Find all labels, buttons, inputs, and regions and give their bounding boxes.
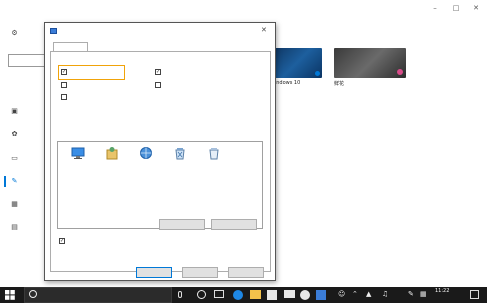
nav-item-themes[interactable]: ✎: [4, 174, 24, 188]
dialog-titlebar: ✕: [45, 23, 275, 40]
nav-item-background[interactable]: ▣: [10, 104, 24, 118]
ime-mode-icon[interactable]: ✎: [408, 290, 414, 298]
image-icon: ▣: [11, 107, 18, 115]
nav-item-lock-screen[interactable]: ▭: [10, 151, 24, 165]
gear-icon: ⚙: [11, 29, 18, 37]
brush-icon: ✎: [11, 177, 18, 185]
theme-thumbnail-flowers[interactable]: [334, 48, 406, 78]
theme-color-swatch: [397, 69, 403, 75]
settings-window: – □ ✕ ⚙ ▣ ✿ ▭ ✎ ▦ ▤ Windows 10 鲜花 ✕ ✓ ✓ …: [0, 0, 487, 303]
checkbox-allow-themes-box: ✓: [59, 238, 65, 244]
close-icon[interactable]: ✕: [467, 1, 485, 15]
desktop-icon-item[interactable]: [164, 146, 196, 162]
app-icon[interactable]: [316, 290, 326, 300]
lock-screen-icon: ▭: [11, 154, 18, 162]
theme-color-swatch: [315, 71, 320, 76]
cortana-icon[interactable]: [197, 290, 206, 299]
file-explorer-icon[interactable]: [250, 290, 261, 299]
volume-icon[interactable]: ♫: [382, 290, 388, 298]
notification-icon[interactable]: [470, 290, 479, 299]
taskbar-icon: ▤: [11, 223, 18, 231]
taskbar-search-box[interactable]: [24, 287, 172, 303]
chevron-up-icon[interactable]: ⌃: [352, 290, 358, 298]
input-mode-icon[interactable]: ▦: [420, 290, 427, 298]
apply-button[interactable]: [228, 267, 264, 278]
checkbox-user-files[interactable]: [61, 80, 70, 90]
computer-icon: [71, 147, 85, 159]
checkbox-computer[interactable]: ✓: [61, 67, 70, 77]
palette-icon: ✿: [11, 130, 18, 138]
minimize-icon[interactable]: –: [426, 1, 444, 15]
taskbar-time[interactable]: 11:22: [435, 288, 449, 294]
nav-item-colors[interactable]: ✿: [10, 127, 24, 141]
settings-gear-icon[interactable]: [300, 290, 310, 300]
change-icon-button[interactable]: [159, 219, 205, 230]
network-icon: [140, 147, 152, 159]
nav-home[interactable]: ⚙: [10, 26, 24, 40]
search-icon: [29, 290, 37, 298]
nav-selected-indicator: [4, 175, 6, 187]
task-view-icon[interactable]: [214, 290, 224, 298]
microphone-icon[interactable]: [178, 291, 182, 298]
nav-item-taskbar[interactable]: ▤: [10, 220, 24, 234]
desktop-icon-item[interactable]: [198, 146, 230, 162]
desktop-icon-item[interactable]: [62, 146, 94, 162]
desktop-icon-settings-dialog: ✕ ✓ ✓ ✓: [44, 22, 276, 281]
desktop-icon-list[interactable]: [57, 141, 263, 229]
mail-icon[interactable]: [284, 290, 295, 298]
maximize-icon[interactable]: □: [447, 1, 465, 15]
checkbox-computer-box: ✓: [61, 69, 67, 75]
recycle-bin-empty-icon: [209, 148, 219, 160]
people-icon[interactable]: ☺: [338, 290, 345, 298]
ok-button[interactable]: [136, 267, 172, 278]
checkbox-recycle-bin-box: ✓: [155, 69, 161, 75]
checkbox-network-box: [61, 94, 67, 100]
checkbox-control-panel-box: [155, 82, 161, 88]
checkbox-user-files-box: [61, 82, 67, 88]
desktop-icon-item[interactable]: [96, 146, 128, 162]
nav-item-start[interactable]: ▦: [10, 197, 24, 211]
cancel-button[interactable]: [182, 267, 218, 278]
close-icon[interactable]: ✕: [261, 26, 267, 34]
theme-name: 鲜花: [334, 81, 345, 87]
checkbox-allow-themes[interactable]: ✓: [59, 236, 68, 246]
recycle-bin-full-icon: [175, 148, 185, 160]
network-tray-icon[interactable]: ▲: [366, 290, 371, 298]
dialog-app-icon: [50, 28, 57, 34]
window-titlebar: – □ ✕: [0, 0, 487, 17]
desktop-icon-item[interactable]: [130, 146, 162, 162]
store-icon[interactable]: [267, 290, 277, 300]
checkbox-network[interactable]: [61, 92, 70, 102]
user-folder-icon: [106, 147, 118, 160]
edge-browser-icon[interactable]: [233, 290, 243, 300]
windows-start-icon[interactable]: [5, 290, 15, 300]
restore-default-button[interactable]: [211, 219, 257, 230]
checkbox-control-panel[interactable]: [155, 80, 164, 90]
checkbox-recycle-bin[interactable]: ✓: [155, 67, 164, 77]
taskbar: ☺ ⌃ ▲ ♫ ✎ ▦ 11:22: [0, 287, 487, 303]
start-icon: ▦: [11, 200, 18, 208]
